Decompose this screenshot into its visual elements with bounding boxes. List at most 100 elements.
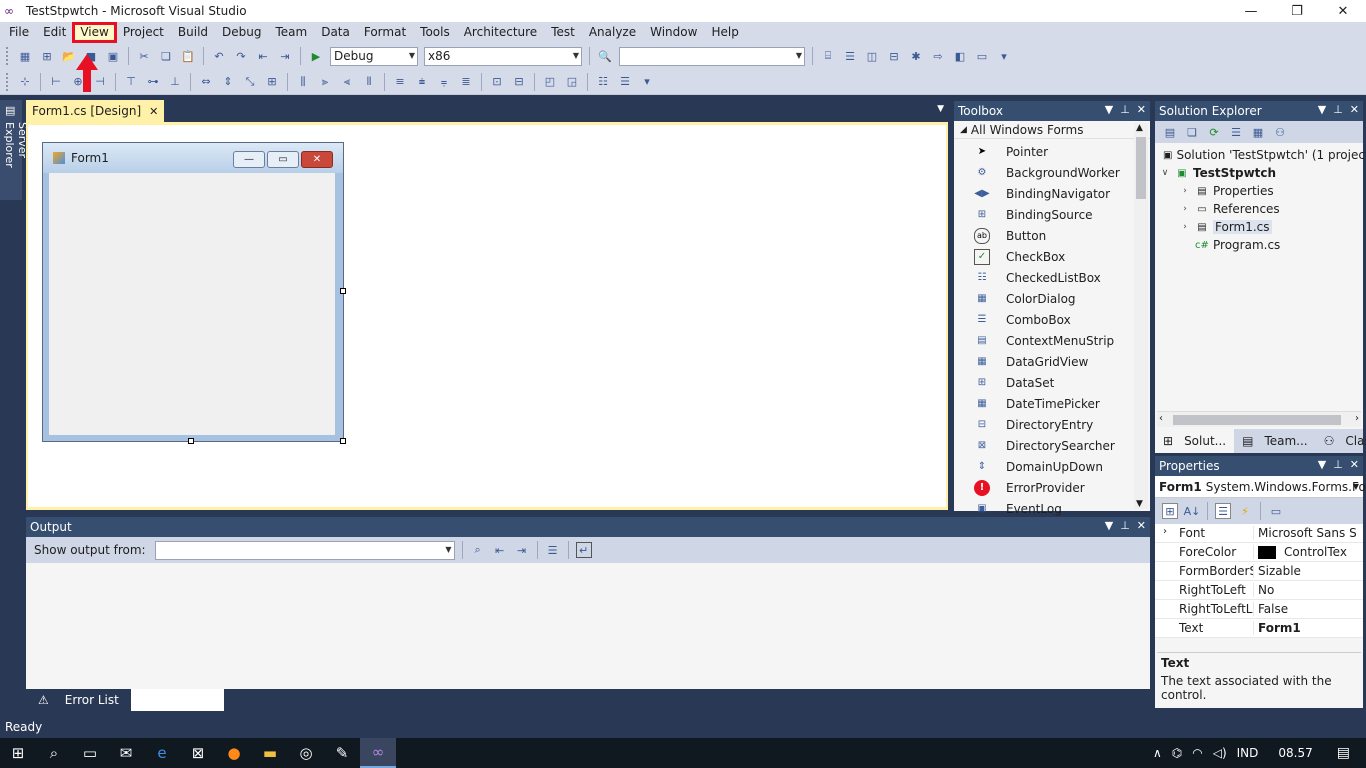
toolbox-icon[interactable]: ⊟	[886, 48, 902, 64]
tab-output[interactable]: ▤ Output	[130, 689, 224, 711]
make-same-height-icon[interactable]: ⇕	[220, 74, 236, 90]
align-lefts-icon[interactable]: ⊢	[48, 74, 64, 90]
dropdown-icon[interactable]: ▼	[1318, 458, 1326, 471]
menu-team[interactable]: Team	[268, 23, 314, 42]
extension-manager-icon[interactable]: ◧	[952, 48, 968, 64]
center-vertically-icon[interactable]: ⊟	[511, 74, 527, 90]
toolbar-grip[interactable]	[6, 47, 10, 65]
close-icon[interactable]: ✕	[1350, 103, 1359, 116]
command-window-icon[interactable]: ▭	[974, 48, 990, 64]
start-icon[interactable]: ⊞	[0, 738, 36, 768]
toolbox-item-directoryentry[interactable]: ⊟ DirectoryEntry	[954, 414, 1150, 435]
clear-all-icon[interactable]: ☰	[545, 542, 561, 558]
toolbox-item-datetimepicker[interactable]: ▦ DateTimePicker	[954, 393, 1150, 414]
scroll-down-icon[interactable]: ▼	[1136, 499, 1143, 509]
clock[interactable]: 08.57	[1278, 746, 1312, 760]
events-icon[interactable]: ⚡	[1237, 503, 1253, 519]
expand-icon[interactable]: ›	[1163, 526, 1167, 537]
toolbox-group-header[interactable]: ◢ All Windows Forms	[954, 121, 1150, 139]
form1-client-area[interactable]	[49, 173, 335, 435]
media-player-icon[interactable]: ◎	[288, 738, 324, 768]
scroll-left-icon[interactable]: ‹	[1159, 413, 1163, 424]
toolbox-item-button[interactable]: ab Button	[954, 225, 1150, 246]
tab-order-icon[interactable]: ☷	[595, 74, 611, 90]
mail-icon[interactable]: ✉	[108, 738, 144, 768]
menu-format[interactable]: Format	[357, 23, 413, 42]
make-same-size-icon[interactable]: ⤡	[242, 74, 258, 90]
toolbar-options-icon[interactable]: ▾	[996, 48, 1012, 64]
toolbox-item-domainupdown[interactable]: ⇕ DomainUpDown	[954, 456, 1150, 477]
property-row-font[interactable]: › Font Microsoft Sans S	[1155, 524, 1363, 543]
close-icon[interactable]: ✕	[1350, 458, 1359, 471]
file-explorer-icon[interactable]: ▬	[252, 738, 288, 768]
toolbox-item-pointer[interactable]: ➤ Pointer	[954, 141, 1150, 162]
navigate-backward-icon[interactable]: ⇤	[255, 48, 271, 64]
server-explorer-tab[interactable]: ▤ Server Explorer	[0, 100, 29, 200]
tab-team-explorer[interactable]: ▤ Team...	[1234, 429, 1316, 453]
toolbox-scrollbar[interactable]: ▲ ▼	[1134, 123, 1148, 509]
tree-node-properties[interactable]: › ▤ Properties	[1155, 182, 1363, 200]
categorized-icon[interactable]: ⊞	[1162, 503, 1178, 519]
expand-icon[interactable]: ›	[1179, 204, 1191, 214]
view-code-icon[interactable]: ☰	[1228, 124, 1244, 140]
dropdown-icon[interactable]: ▼	[1105, 103, 1113, 116]
redo-icon[interactable]: ↷	[233, 48, 249, 64]
start-page-icon[interactable]: ⇨	[930, 48, 946, 64]
previous-message-icon[interactable]: ⇤	[492, 542, 508, 558]
property-pages-icon[interactable]: ▭	[1268, 503, 1284, 519]
v-spacing-decrease-icon[interactable]: ⩦	[436, 74, 452, 90]
tree-node-references[interactable]: › ▭ References	[1155, 200, 1363, 218]
toolbox-item-directorysearcher[interactable]: ⊠ DirectorySearcher	[954, 435, 1150, 456]
undo-icon[interactable]: ↶	[211, 48, 227, 64]
pin-icon[interactable]: ⊥	[1120, 103, 1130, 116]
toolbox-item-datagridview[interactable]: ▦ DataGridView	[954, 351, 1150, 372]
menu-architecture[interactable]: Architecture	[457, 23, 544, 42]
menu-project[interactable]: Project	[116, 23, 171, 42]
toolbox-item-eventlog[interactable]: ▣ EventLog	[954, 498, 1150, 519]
toolbar-grip[interactable]	[6, 72, 10, 91]
output-source-dropdown[interactable]: ▼	[154, 540, 455, 560]
solution-horizontal-scrollbar[interactable]: ‹ ›	[1157, 411, 1361, 427]
visual-studio-taskbar-icon[interactable]: ∞	[360, 738, 396, 768]
toolbox-item-checkedlistbox[interactable]: ☷ CheckedListBox	[954, 267, 1150, 288]
form-designer-surface[interactable]: Form1 — ▭ ✕	[26, 122, 948, 510]
close-icon[interactable]: ✕	[1137, 103, 1146, 116]
tab-list-dropdown-icon[interactable]: ▼	[937, 104, 944, 114]
property-row-righttoleft[interactable]: RightToLeft No	[1155, 581, 1363, 600]
align-bottoms-icon[interactable]: ⊥	[167, 74, 183, 90]
tree-node-program[interactable]: c# Program.cs	[1155, 236, 1363, 254]
copy-icon[interactable]: ❏	[158, 48, 174, 64]
output-text-area[interactable]	[26, 563, 1150, 689]
properties-window-icon[interactable]: ☰	[842, 48, 858, 64]
menu-view[interactable]: View	[72, 22, 117, 43]
scroll-up-icon[interactable]: ▲	[1136, 123, 1143, 133]
tree-node-form1[interactable]: › ▤ Form1.cs	[1155, 218, 1363, 236]
resize-handle-corner[interactable]	[340, 438, 346, 444]
toolbox-item-colordialog[interactable]: ▦ ColorDialog	[954, 288, 1150, 309]
refresh-icon[interactable]: ⟳	[1206, 124, 1222, 140]
firefox-icon[interactable]: ●	[216, 738, 252, 768]
form1-window[interactable]: Form1 — ▭ ✕	[42, 142, 346, 444]
menu-debug[interactable]: Debug	[215, 23, 268, 42]
menu-tools[interactable]: Tools	[413, 23, 457, 42]
pin-icon[interactable]: ⊥	[1333, 103, 1343, 116]
menu-test[interactable]: Test	[544, 23, 582, 42]
resize-handle-bottom[interactable]	[188, 438, 194, 444]
tab-class-view[interactable]: ⚇Class...	[1316, 429, 1366, 453]
object-browser-icon[interactable]: ◫	[864, 48, 880, 64]
menu-file[interactable]: File	[2, 23, 36, 42]
paint-icon[interactable]: ✎	[324, 738, 360, 768]
property-row-text[interactable]: Text Form1	[1155, 619, 1363, 638]
menu-help[interactable]: Help	[704, 23, 745, 42]
navigate-forward-icon[interactable]: ⇥	[277, 48, 293, 64]
toolbox-item-backgroundworker[interactable]: ⚙ BackgroundWorker	[954, 162, 1150, 183]
open-file-icon[interactable]: 📂	[61, 48, 77, 64]
object-selector-dropdown[interactable]: Form1 System.Windows.Forms.Fo ▼	[1155, 476, 1366, 498]
property-row-formborderstyle[interactable]: FormBorderStSizable	[1155, 562, 1363, 581]
toolbox-item-contextmenustrip[interactable]: ▤ ContextMenuStrip	[954, 330, 1150, 351]
tree-node-project[interactable]: ∨ ▣ TestStpwtch	[1155, 164, 1363, 182]
close-icon[interactable]: ✕	[1137, 519, 1146, 532]
alphabetical-icon[interactable]: A↓	[1184, 503, 1201, 519]
tree-node-solution[interactable]: ▣ Solution 'TestStpwtch' (1 project)	[1155, 146, 1366, 164]
save-all-icon[interactable]: ▣	[105, 48, 121, 64]
